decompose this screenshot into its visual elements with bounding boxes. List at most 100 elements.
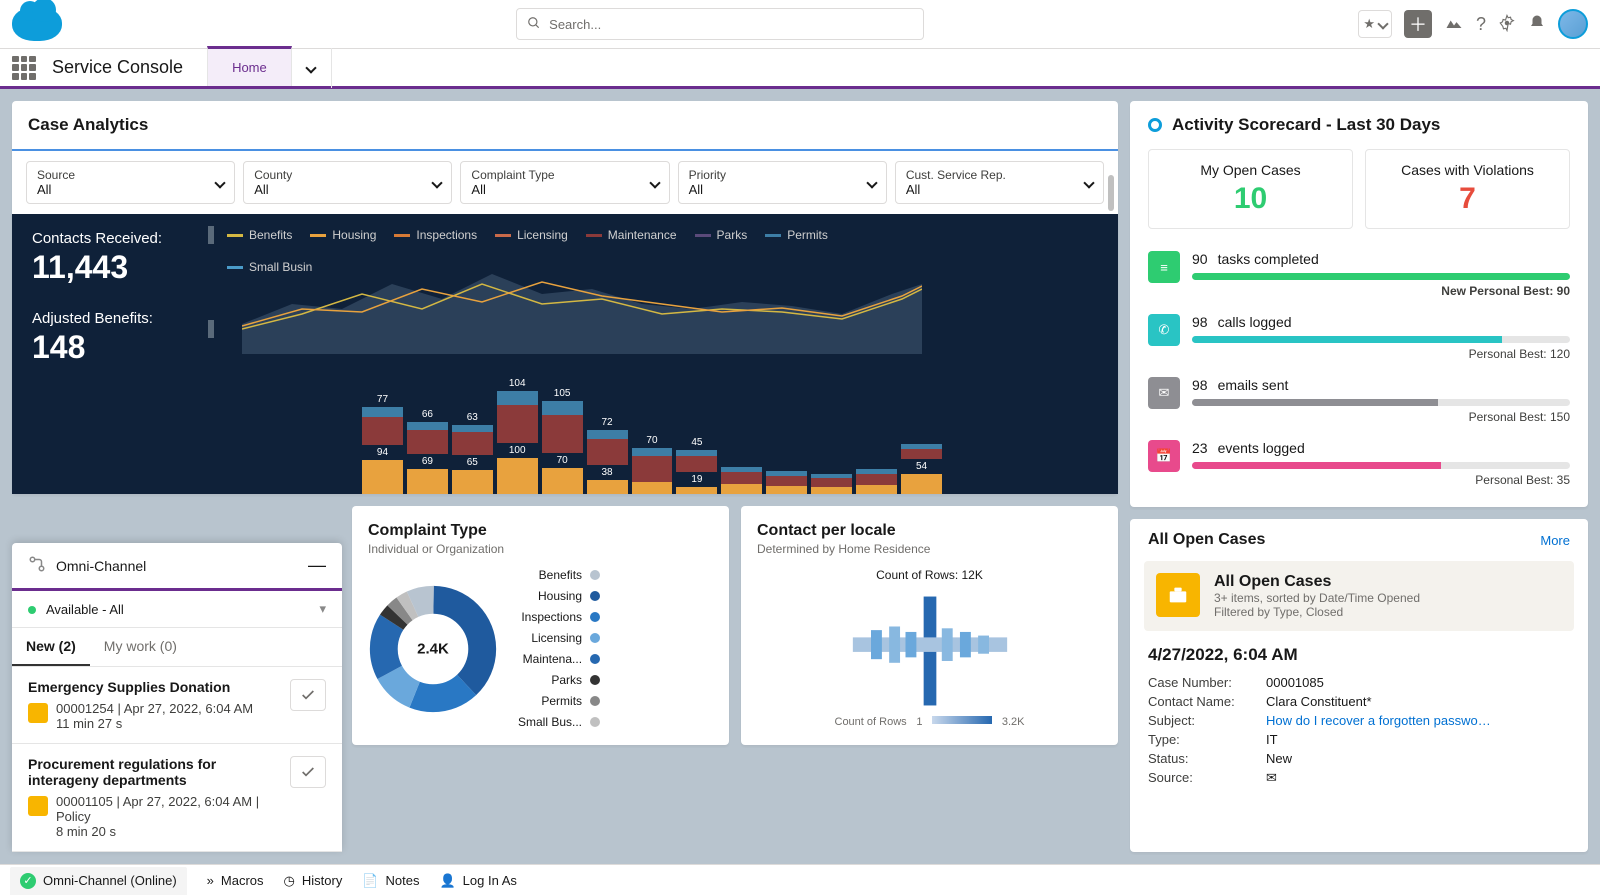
progress-icon: ✉ bbox=[1148, 377, 1180, 409]
trailhead-icon[interactable] bbox=[1444, 13, 1464, 36]
case-icon bbox=[28, 703, 48, 723]
progress-item: ≡ 90tasks completed New Personal Best: 9… bbox=[1130, 243, 1588, 306]
detail-row: Contact Name:Clara Constituent* bbox=[1148, 692, 1570, 711]
legend-item: Parks bbox=[695, 228, 748, 242]
add-button[interactable]: ＋ bbox=[1404, 10, 1432, 38]
favorites-button[interactable]: ★ bbox=[1358, 10, 1392, 38]
footer-login-as[interactable]: 👤Log In As bbox=[439, 873, 516, 889]
salesforce-logo bbox=[12, 7, 62, 41]
area-chart bbox=[242, 254, 922, 354]
scorecard: Activity Scorecard - Last 30 Days My Ope… bbox=[1130, 101, 1588, 507]
open-cases-banner[interactable]: All Open Cases 3+ items, sorted by Date/… bbox=[1144, 561, 1574, 631]
work-item: Procurement regulations for interageny d… bbox=[12, 744, 342, 852]
locale-min: 1 bbox=[916, 716, 922, 728]
bar bbox=[856, 364, 897, 494]
oc-banner-title: All Open Cases bbox=[1214, 573, 1420, 591]
open-cases-heading: All Open Cases bbox=[1148, 531, 1265, 549]
tab-my-work[interactable]: My work (0) bbox=[90, 628, 191, 666]
case-detail: 4/27/2022, 6:04 AM Case Number:00001085C… bbox=[1130, 641, 1588, 802]
contact-locale-sub: Determined by Home Residence bbox=[757, 542, 1102, 556]
chevron-down-icon bbox=[432, 177, 443, 188]
ring-icon bbox=[1148, 118, 1162, 132]
minimize-icon[interactable]: — bbox=[308, 555, 326, 576]
donut-legend-item: Maintena... bbox=[518, 652, 600, 666]
filter-cust--service-rep-[interactable]: Cust. Service Rep.All bbox=[895, 161, 1104, 204]
donut-legend-item: Permits bbox=[518, 694, 600, 708]
accept-button[interactable] bbox=[290, 756, 326, 788]
footer-notes[interactable]: 📄Notes bbox=[362, 873, 419, 889]
notifications-icon[interactable] bbox=[1528, 14, 1546, 35]
user-avatar[interactable] bbox=[1558, 9, 1588, 39]
footer-history[interactable]: ◷History bbox=[284, 873, 343, 889]
open-cases-card: All Open Cases More All Open Cases 3+ it… bbox=[1130, 519, 1588, 852]
progress-icon: ✆ bbox=[1148, 314, 1180, 346]
locale-chart: Count of Rows: 12K Count of Rows 1 bbox=[757, 568, 1102, 728]
bar: 72 38 bbox=[587, 364, 628, 494]
status-dot-icon bbox=[28, 606, 36, 614]
app-nav: Service Console Home bbox=[0, 49, 1600, 89]
bar: 45 19 bbox=[676, 364, 717, 494]
chevron-down-icon bbox=[649, 177, 660, 188]
tab-new[interactable]: New (2) bbox=[12, 628, 90, 666]
chevron-down-icon bbox=[1083, 177, 1094, 188]
settings-icon[interactable] bbox=[1498, 14, 1516, 35]
scorecard-head: Activity Scorecard - Last 30 Days bbox=[1130, 101, 1588, 149]
more-link[interactable]: More bbox=[1540, 533, 1570, 548]
stacked-bars: 77 94 66 69 63 65 104 100 105 70 72 38 7… bbox=[362, 364, 942, 494]
help-icon[interactable]: ? bbox=[1476, 14, 1486, 35]
search-icon bbox=[527, 16, 541, 33]
donut-legend-item: Small Bus... bbox=[518, 715, 600, 729]
legend-handle-1[interactable] bbox=[208, 226, 214, 244]
detail-rows: Case Number:00001085Contact Name:Clara C… bbox=[1148, 673, 1570, 788]
header-actions: ★ ＋ ? bbox=[1358, 9, 1588, 39]
progress-item: ✆ 98calls logged Personal Best: 120 bbox=[1130, 306, 1588, 369]
filter-complaint-type[interactable]: Complaint TypeAll bbox=[460, 161, 669, 204]
detail-row: Source:✉ bbox=[1148, 768, 1570, 788]
case-time: 4/27/2022, 6:04 AM bbox=[1148, 645, 1570, 665]
progress-list: ≡ 90tasks completed New Personal Best: 9… bbox=[1130, 243, 1588, 507]
omni-status-select[interactable]: Available - All ▾ bbox=[12, 591, 342, 628]
contact-locale-title: Contact per locale bbox=[757, 522, 1102, 540]
footer-macros[interactable]: »Macros bbox=[207, 873, 264, 888]
case-analytics-title: Case Analytics bbox=[12, 101, 1118, 151]
right-column: Activity Scorecard - Last 30 Days My Ope… bbox=[1130, 101, 1588, 852]
bar bbox=[721, 364, 762, 494]
legend-handle-2[interactable] bbox=[208, 320, 214, 338]
omni-tabs: New (2) My work (0) bbox=[12, 628, 342, 667]
bar: 63 65 bbox=[452, 364, 493, 494]
donut-legend-item: Parks bbox=[518, 673, 600, 687]
donut-legend-item: Licensing bbox=[518, 631, 600, 645]
filter-county[interactable]: CountyAll bbox=[243, 161, 452, 204]
tab-dropdown[interactable] bbox=[292, 48, 332, 88]
donut-legend: BenefitsHousingInspectionsLicensingMaint… bbox=[518, 568, 600, 729]
footer-omni[interactable]: ✓ Omni-Channel (Online) bbox=[10, 867, 187, 895]
scorecard-title: Activity Scorecard - Last 30 Days bbox=[1172, 115, 1440, 135]
chevron-down-icon: ▾ bbox=[319, 601, 326, 617]
search-wrap: Search... bbox=[82, 8, 1358, 40]
bar: 54 bbox=[901, 364, 942, 494]
accept-button[interactable] bbox=[290, 679, 326, 711]
donut-legend-item: Housing bbox=[518, 589, 600, 603]
search-placeholder: Search... bbox=[549, 17, 601, 32]
kpi-row: My Open Cases10Cases with Violations7 bbox=[1130, 149, 1588, 243]
tab-home[interactable]: Home bbox=[207, 46, 292, 86]
contact-locale-card: Contact per locale Determined by Home Re… bbox=[741, 506, 1118, 745]
legend-item: Maintenance bbox=[586, 228, 677, 242]
filter-priority[interactable]: PriorityAll bbox=[678, 161, 887, 204]
legend-item: Inspections bbox=[394, 228, 477, 242]
donut-center: 2.4K bbox=[417, 640, 449, 657]
bar: 105 70 bbox=[542, 364, 583, 494]
locale-count: Count of Rows: 12K bbox=[876, 568, 983, 582]
clock-icon: ◷ bbox=[284, 873, 295, 889]
locale-max: 3.2K bbox=[1002, 716, 1025, 728]
complaint-type-card: Complaint Type Individual or Organizatio… bbox=[352, 506, 729, 745]
case-icon bbox=[28, 796, 48, 816]
app-name: Service Console bbox=[52, 57, 183, 78]
kpi: Cases with Violations7 bbox=[1365, 149, 1570, 229]
notes-icon: 📄 bbox=[362, 873, 378, 889]
chevron-down-icon bbox=[866, 177, 877, 188]
filter-scroll-icon[interactable] bbox=[1108, 175, 1114, 211]
filter-source[interactable]: SourceAll bbox=[26, 161, 235, 204]
app-launcher-icon[interactable] bbox=[12, 56, 36, 80]
global-search[interactable]: Search... bbox=[516, 8, 924, 40]
